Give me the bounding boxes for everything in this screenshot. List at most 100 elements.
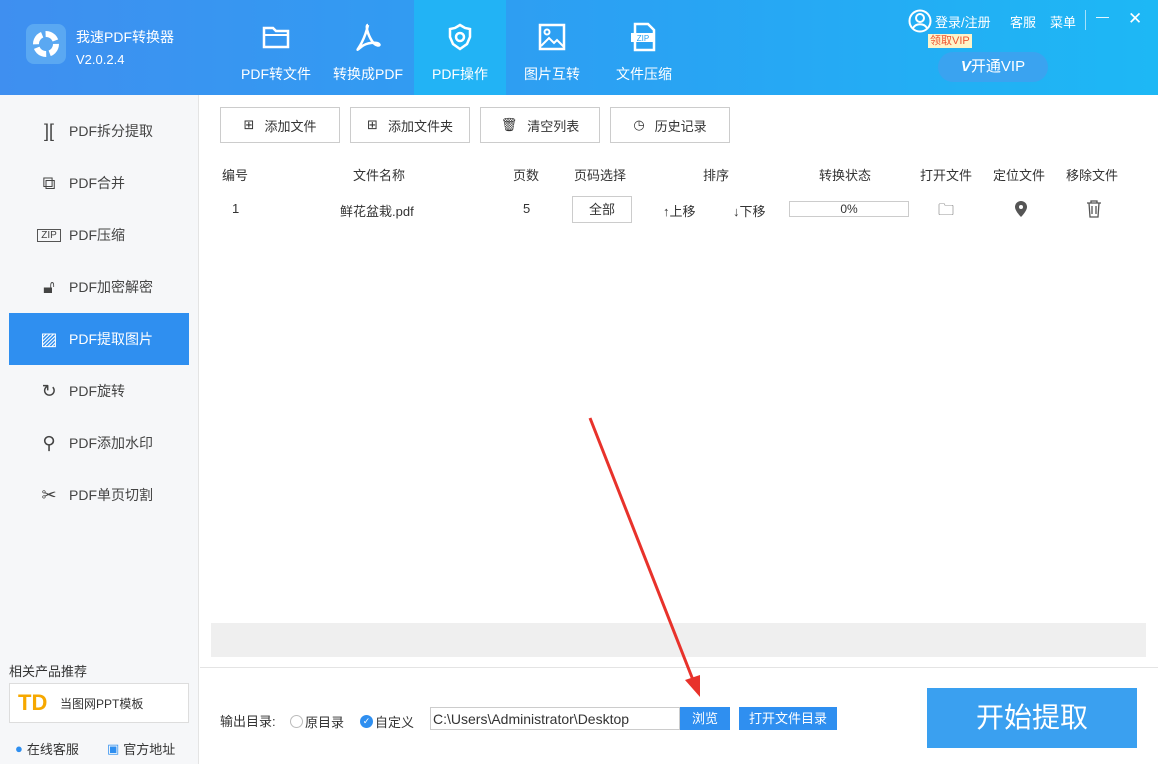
add-folder-button[interactable]: ⊞ 添加文件夹 [350, 107, 470, 143]
zip-icon: ZIP [631, 22, 656, 52]
trash-icon[interactable] [1086, 200, 1102, 218]
header: 我速PDF转换器 V2.0.2.4 PDF转文件 转换成PDF PDF操作 图片… [0, 0, 1158, 95]
app-logo [26, 24, 66, 64]
image-extract-icon: ▨ [40, 328, 58, 349]
col-locate: 定位文件 [993, 168, 1046, 183]
plus-file-icon: ⊞ [243, 117, 255, 132]
image-icon [538, 23, 566, 51]
sidebar-item-extract-images[interactable]: ▨ PDF提取图片 [9, 313, 189, 365]
divider [1085, 10, 1086, 30]
sidebar-item-cut[interactable]: ✂ PDF单页切割 [9, 469, 189, 521]
scissors-icon: ✂ [41, 484, 57, 505]
move-up-button[interactable]: ↑上移 [663, 201, 696, 220]
headset-icon: ● [15, 741, 23, 756]
vip-tip[interactable]: 领取VIP [928, 34, 972, 48]
radio-circle [290, 715, 303, 728]
sidebar-item-split[interactable]: ][PDF拆分提取 [9, 105, 189, 157]
login-link[interactable]: 登录/注册 [935, 12, 991, 31]
nav-pdf-operations[interactable]: PDF操作 [414, 0, 506, 95]
sidebar-item-label: PDF压缩 [69, 227, 125, 243]
radio-custom-dir[interactable]: ✓ 自定义 [360, 712, 414, 731]
zip-icon: ZIP [37, 228, 61, 242]
online-service-label: 在线客服 [26, 742, 79, 757]
open-folder-icon[interactable]: 🗀 [938, 199, 954, 226]
merge-icon: ⧉ [42, 172, 56, 193]
history-label: 历史记录 [654, 118, 707, 134]
sidebar-item-label: PDF合并 [69, 175, 125, 191]
vip-label: 开通VIP [970, 58, 1026, 75]
plus-folder-icon: ⊞ [367, 117, 378, 132]
divider [200, 667, 1158, 668]
check-icon: ✓ [360, 715, 373, 728]
sidebar-item-merge[interactable]: ⧉ PDF合并 [9, 157, 189, 209]
user-icon[interactable] [908, 9, 932, 33]
col-remove: 移除文件 [1066, 168, 1119, 183]
vip-icon: V [960, 58, 971, 75]
sidebar-item-label: PDF添加水印 [69, 435, 153, 451]
sidebar-item-compress[interactable]: ZIP PDF压缩 [9, 209, 189, 261]
col-open: 打开文件 [920, 168, 973, 183]
menu-button[interactable]: 菜单 [1050, 12, 1076, 31]
clock-icon: ◷ [633, 117, 645, 132]
nav-label: 文件压缩 [616, 66, 672, 82]
gear-icon [448, 23, 472, 51]
col-name: 文件名称 [353, 168, 406, 183]
folder-icon [262, 26, 290, 49]
output-label: 输出目录: [220, 714, 276, 729]
top-nav: PDF转文件 转换成PDF PDF操作 图片互转 ZIP 文件压缩 [230, 0, 690, 95]
add-file-label: 添加文件 [264, 118, 317, 134]
sidebar-item-label: PDF单页切割 [69, 487, 153, 503]
output-path-input[interactable] [430, 707, 680, 730]
col-pages: 页数 [513, 168, 540, 183]
start-extract-button[interactable]: 开始提取 [927, 688, 1137, 748]
globe-icon: ▣ [107, 740, 120, 756]
radio-label: 自定义 [375, 715, 415, 730]
stamp-icon: ⚲ [42, 432, 56, 453]
nav-label: PDF转文件 [241, 66, 311, 82]
sidebar-item-label: PDF加密解密 [69, 279, 153, 295]
minimize-button[interactable]: — [1096, 9, 1109, 24]
row-index: 1 [232, 201, 240, 216]
recommend-title: 相关产品推荐 [9, 664, 88, 679]
app-version: V2.0.2.4 [76, 52, 125, 67]
page-select-button[interactable]: 全部 [572, 196, 632, 223]
move-down-button[interactable]: ↓下移 [733, 201, 766, 220]
sidebar-item-watermark[interactable]: ⚲ PDF添加水印 [9, 417, 189, 469]
sidebar-item-encrypt[interactable]: 🔓︎ PDF加密解密 [9, 261, 189, 313]
open-vip-button[interactable]: V开通VIP [938, 52, 1048, 82]
acrobat-icon [356, 23, 381, 51]
location-pin-icon[interactable] [1014, 200, 1028, 218]
progress-bar: 0% [789, 201, 909, 217]
browse-button[interactable]: 浏览 [680, 707, 730, 730]
col-order: 排序 [703, 168, 730, 183]
split-icon: ][ [43, 120, 54, 141]
sidebar-item-label: PDF提取图片 [69, 331, 153, 347]
close-button[interactable]: ✕ [1128, 9, 1142, 29]
rotate-icon: ↻ [41, 380, 57, 401]
add-file-button[interactable]: ⊞ 添加文件 [220, 107, 340, 143]
td-logo: TD [18, 690, 48, 715]
row-pages: 5 [523, 201, 531, 216]
service-link[interactable]: 客服 [1010, 12, 1036, 31]
trash-icon: 🗑︎ [500, 117, 518, 132]
open-directory-button[interactable]: 打开文件目录 [739, 707, 837, 730]
history-button[interactable]: ◷ 历史记录 [610, 107, 730, 143]
online-service-link[interactable]: ● 在线客服 [15, 739, 79, 758]
nav-label: 转换成PDF [333, 66, 403, 82]
col-page-select: 页码选择 [574, 168, 627, 183]
radio-original-dir[interactable]: 原目录 [290, 712, 344, 731]
nav-label: 图片互转 [524, 66, 580, 82]
recommend-item[interactable]: TD 当图网PPT模板 [9, 683, 189, 723]
clear-list-button[interactable]: 🗑︎ 清空列表 [480, 107, 600, 143]
recommend-label: 当图网PPT模板 [60, 696, 144, 711]
nav-to-pdf[interactable]: 转换成PDF [322, 0, 414, 95]
progress-text: 0% [840, 202, 858, 216]
official-site-link[interactable]: ▣ 官方地址 [107, 739, 175, 758]
nav-image-convert[interactable]: 图片互转 [506, 0, 598, 95]
nav-file-compress[interactable]: ZIP 文件压缩 [598, 0, 690, 95]
add-folder-label: 添加文件夹 [387, 118, 453, 134]
nav-pdf-to-file[interactable]: PDF转文件 [230, 0, 322, 95]
nav-label: PDF操作 [432, 66, 488, 82]
svg-text:ZIP: ZIP [637, 34, 649, 43]
sidebar-item-rotate[interactable]: ↻ PDF旋转 [9, 365, 189, 417]
